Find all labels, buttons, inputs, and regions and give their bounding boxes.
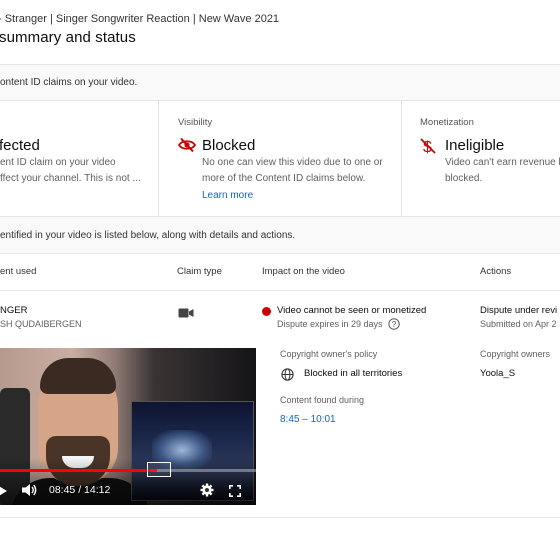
svg-text:?: ? bbox=[392, 320, 397, 329]
col-header-actions: Actions bbox=[480, 266, 512, 277]
content-banner: entified in your video is listed below, … bbox=[0, 216, 560, 254]
content-title: NGER bbox=[0, 305, 28, 316]
volume-icon[interactable] bbox=[22, 483, 38, 497]
time-display: 08:45 / 14:12 bbox=[49, 484, 111, 496]
policy-value: Blocked in all territories bbox=[304, 368, 403, 379]
video-player[interactable] bbox=[0, 348, 256, 505]
card-divider bbox=[158, 101, 159, 216]
actions-status: Dispute under revi bbox=[480, 305, 558, 316]
monetization-label: Monetization bbox=[420, 117, 474, 128]
globe-icon bbox=[281, 368, 294, 381]
monetization-desc-line1: Video can't earn revenue b bbox=[445, 157, 560, 168]
claims-banner-text: ontent ID claims on your video. bbox=[0, 77, 138, 88]
progress-bar[interactable] bbox=[0, 469, 256, 472]
video-title-breadcrumb: - Stranger | Singer Songwriter Reaction … bbox=[0, 13, 280, 25]
controls-gradient bbox=[0, 458, 256, 505]
content-found-label: Content found during bbox=[280, 395, 365, 405]
video-camera-icon bbox=[178, 306, 194, 318]
video-frame-hair bbox=[40, 358, 116, 394]
owners-value: Yoola_S bbox=[480, 368, 516, 379]
content-artist: SH QUDAIBERGEN bbox=[0, 319, 82, 329]
col-header-impact: Impact on the video bbox=[262, 266, 345, 277]
error-status-dot bbox=[262, 307, 271, 316]
scrub-preview-frame[interactable] bbox=[147, 462, 171, 477]
progress-bar-played bbox=[0, 469, 158, 472]
fullscreen-icon[interactable] bbox=[229, 484, 241, 497]
learn-more-link[interactable]: Learn more bbox=[202, 190, 253, 201]
claims-banner: ontent ID claims on your video. bbox=[0, 64, 560, 101]
copyright-desc-line2: ffect your channel. This is not ... bbox=[0, 173, 141, 184]
visibility-label: Visibility bbox=[178, 117, 213, 128]
gear-icon[interactable] bbox=[200, 483, 214, 497]
status-cards: fected ent ID claim on your video ffect … bbox=[0, 101, 560, 216]
impact-status: Video cannot be seen or monetized bbox=[277, 305, 427, 316]
visibility-status: Blocked bbox=[202, 137, 256, 154]
monetization-status: Ineligible bbox=[445, 137, 505, 154]
col-header-claim-type: Claim type bbox=[177, 266, 222, 277]
table-bottom-divider bbox=[0, 517, 560, 518]
owners-label: Copyright owners bbox=[480, 349, 551, 359]
copyright-status: fected bbox=[0, 137, 40, 154]
visibility-desc-line2: more of the Content ID claims below. bbox=[202, 173, 366, 184]
policy-label: Copyright owner's policy bbox=[280, 349, 378, 359]
content-found-timestamp-link[interactable]: 8:45 – 10:01 bbox=[280, 414, 336, 425]
content-banner-text: entified in your video is listed below, … bbox=[0, 230, 296, 241]
monetization-desc-line2: blocked. bbox=[445, 173, 483, 184]
eye-off-icon bbox=[177, 137, 197, 153]
visibility-desc-line1: No one can view this video due to one or bbox=[202, 157, 383, 168]
page-title: summary and status bbox=[0, 29, 136, 46]
actions-submitted: Submitted on Apr 2 bbox=[480, 319, 557, 329]
card-divider bbox=[401, 101, 402, 216]
copyright-desc-line1: ent ID claim on your video bbox=[0, 157, 116, 168]
col-header-content: ent used bbox=[0, 266, 37, 277]
no-money-icon: $ bbox=[420, 137, 436, 156]
impact-dispute-expiry: Dispute expires in 29 days bbox=[277, 319, 383, 329]
help-icon[interactable]: ? bbox=[388, 317, 400, 330]
play-icon[interactable] bbox=[0, 484, 7, 496]
